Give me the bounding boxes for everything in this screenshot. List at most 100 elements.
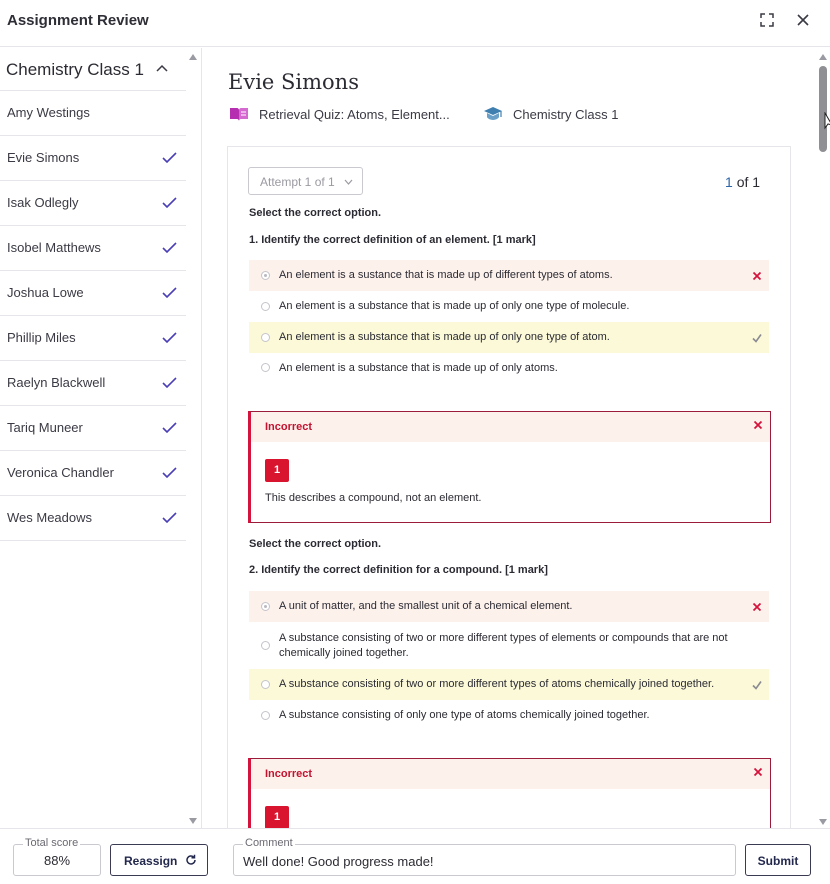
answer-radio <box>261 333 270 342</box>
student-sidebar: Chemistry Class 1 Amy Westings Evie Simon… <box>0 48 202 828</box>
student-name: Tariq Muneer <box>7 420 83 435</box>
scroll-down-arrow-icon[interactable] <box>188 817 198 825</box>
answer-text: A substance consisting of two or more di… <box>279 678 715 690</box>
sidebar-item-student[interactable]: Isobel Matthews <box>0 226 186 271</box>
answer-option: A substance consisting of only one type … <box>249 700 769 731</box>
student-name: Veronica Chandler <box>7 465 114 480</box>
total-score-field: Total score 88% <box>13 837 101 876</box>
total-score-value: 88% <box>43 853 71 868</box>
review-footer: Total score 88% Reassign Comment Submit <box>0 828 830 884</box>
feedback-panel: Incorrect 1 This describes a compound, not… <box>248 411 771 523</box>
refresh-icon <box>186 854 196 865</box>
answer-option: An element is a sustance that is made up… <box>249 260 769 291</box>
check-icon <box>162 467 177 478</box>
answer-option: An element is a substance that is made u… <box>249 322 769 353</box>
reassign-button[interactable]: Reassign <box>110 844 208 876</box>
student-name: Amy Westings <box>7 105 90 120</box>
sidebar-item-student[interactable]: Tariq Muneer <box>0 406 186 451</box>
check-icon <box>752 334 762 343</box>
sidebar-item-student[interactable]: Veronica Chandler <box>0 451 186 496</box>
check-icon <box>162 512 177 523</box>
close-icon[interactable] <box>753 767 763 777</box>
cross-icon <box>752 271 762 281</box>
chevron-up-icon[interactable] <box>156 64 168 72</box>
feedback-status: Incorrect <box>265 768 313 780</box>
mark-badge: 1 <box>265 459 289 482</box>
check-icon <box>162 152 177 163</box>
answer-option: An element is a substance that is made u… <box>249 353 769 383</box>
chevron-down-icon <box>344 179 353 185</box>
question-text: 1. Identify the correct definition of an… <box>249 234 536 246</box>
graduation-cap-icon <box>484 107 502 120</box>
check-icon <box>752 681 762 690</box>
reassign-label: Reassign <box>124 854 178 868</box>
scroll-up-arrow-icon[interactable] <box>818 53 828 61</box>
feedback-panel: Incorrect 1 <box>248 758 771 828</box>
student-name: Isak Odlegly <box>7 195 79 210</box>
comment-input[interactable] <box>243 851 723 871</box>
student-name-heading: Evie Simons <box>228 70 359 94</box>
answer-radio <box>261 602 270 611</box>
attempt-dropdown[interactable]: Attempt 1 of 1 <box>248 167 363 195</box>
answer-text: A unit of matter, and the smallest unit … <box>279 600 573 612</box>
sidebar-item-student[interactable]: Evie Simons <box>0 136 186 181</box>
class-name-meta: Chemistry Class 1 <box>513 106 619 122</box>
answer-option: A substance consisting of two or more di… <box>249 669 769 700</box>
total-score-label: Total score <box>23 837 81 849</box>
sidebar-item-student[interactable]: Joshua Lowe <box>0 271 186 316</box>
cross-icon <box>752 602 762 612</box>
submit-button[interactable]: Submit <box>745 844 811 876</box>
check-icon <box>162 332 177 343</box>
mark-badge: 1 <box>265 806 289 828</box>
answer-option: An element is a substance that is made u… <box>249 291 769 322</box>
scroll-down-arrow-icon[interactable] <box>818 818 828 826</box>
scroll-up-arrow-icon[interactable] <box>188 53 198 61</box>
class-group-header[interactable]: Chemistry Class 1 <box>0 48 186 91</box>
feedback-header <box>251 412 770 442</box>
answer-text: An element is a substance that is made u… <box>279 362 558 374</box>
answer-radio <box>261 680 270 689</box>
check-icon <box>162 377 177 388</box>
answer-text: An element is a sustance that is made up… <box>279 269 613 281</box>
feedback-header <box>251 759 770 789</box>
answer-radio <box>261 302 270 311</box>
answer-text: An element is a substance that is made u… <box>279 300 630 312</box>
title-bar: Assignment Review <box>0 0 830 47</box>
sidebar-item-student[interactable]: Isak Odlegly <box>0 181 186 226</box>
sidebar-item-student[interactable]: Raelyn Blackwell <box>0 361 186 406</box>
comment-label: Comment <box>243 837 295 849</box>
quiz-title: Retrieval Quiz: Atoms, Element... <box>259 106 450 122</box>
answer-text: A substance consisting of two or more di… <box>279 632 728 659</box>
book-icon <box>230 108 248 121</box>
window-title: Assignment Review <box>7 12 149 29</box>
feedback-comment: This describes a compound, not an elemen… <box>265 492 482 504</box>
answer-option: A unit of matter, and the smallest unit … <box>249 591 769 622</box>
review-panel: Evie Simons Retrieval Quiz: Atoms, Eleme… <box>203 48 830 828</box>
close-icon[interactable] <box>753 420 763 430</box>
student-name: Raelyn Blackwell <box>7 375 106 390</box>
expand-icon[interactable] <box>760 13 774 27</box>
answer-option: A substance consisting of two or more di… <box>249 623 769 669</box>
scrollbar-thumb[interactable] <box>819 66 827 152</box>
answer-radio <box>261 711 270 720</box>
class-meta: Chemistry Class 1 <box>483 105 618 123</box>
pager-current: 1 <box>725 174 733 190</box>
sidebar-item-student[interactable]: Phillip Miles <box>0 316 186 361</box>
comment-field: Comment <box>233 837 736 876</box>
mouse-cursor-icon <box>824 112 830 130</box>
sidebar-item-student[interactable]: Wes Meadows <box>0 496 186 541</box>
student-name: Evie Simons <box>7 150 80 165</box>
check-icon <box>162 197 177 208</box>
sidebar-item-student[interactable]: Amy Westings <box>0 91 186 136</box>
attempt-pager: 1 of 1 <box>725 174 760 190</box>
student-name: Joshua Lowe <box>7 285 84 300</box>
pager-total: 1 <box>752 174 761 190</box>
student-name: Phillip Miles <box>7 330 76 345</box>
question-instruction: Select the correct option. <box>249 538 382 550</box>
check-icon <box>162 287 177 298</box>
answer-radio <box>261 641 270 650</box>
close-icon[interactable] <box>795 12 811 28</box>
feedback-status: Incorrect <box>265 421 313 433</box>
quiz-meta: Retrieval Quiz: Atoms, Element... <box>229 105 450 123</box>
answer-radio <box>261 271 270 280</box>
